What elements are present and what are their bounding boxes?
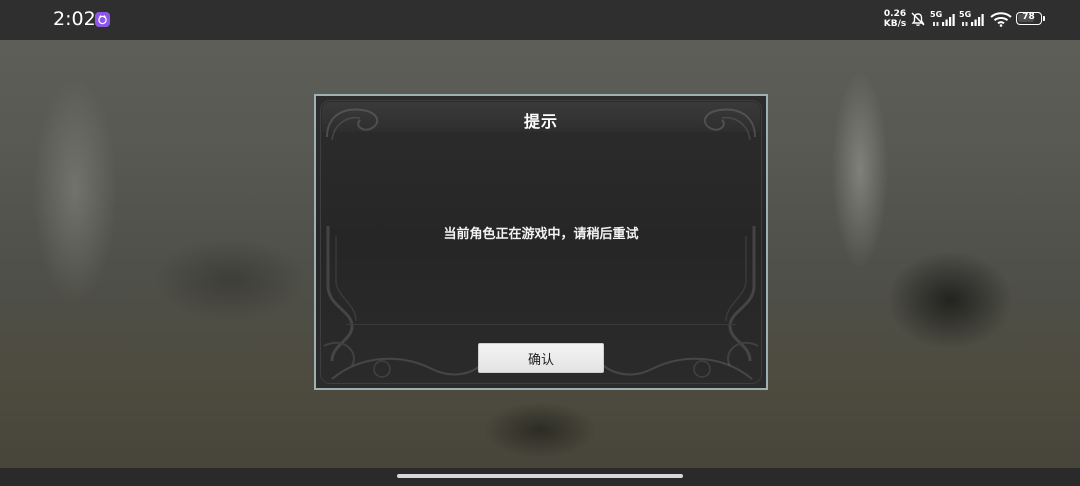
signal-bars-icon (962, 14, 984, 26)
home-indicator[interactable] (397, 474, 683, 478)
status-bar: 2:02 0.26 KB/s 5G 5G 78 (0, 0, 1080, 40)
alert-dialog: 提示 当前角色正在游戏中，请稍后重试 确认 (314, 94, 768, 390)
network-speed: 0.26 KB/s (882, 9, 908, 29)
battery-icon: 78 (1016, 12, 1042, 25)
screen: 2:02 0.26 KB/s 5G 5G 78 提示 当前角色正在游戏中，请稍后… (0, 0, 1080, 486)
battery-tip (1043, 16, 1045, 21)
wifi-icon (990, 12, 1012, 27)
network-speed-value: 0.26 (883, 9, 907, 19)
battery-percentage: 78 (1022, 12, 1035, 22)
status-time: 2:02 (53, 8, 96, 30)
network-speed-unit: KB/s (883, 19, 907, 29)
signal-strength-1: 5G (930, 10, 957, 27)
signal-strength-2: 5G (959, 10, 986, 27)
dialog-title: 提示 (523, 112, 558, 131)
signal-bars-icon (933, 14, 955, 26)
bell-muted-icon (911, 12, 925, 26)
dialog-divider (346, 324, 736, 325)
confirm-button-label: 确认 (527, 352, 554, 368)
confirm-button[interactable]: 确认 (478, 343, 604, 373)
dialog-message: 当前角色正在游戏中，请稍后重试 (443, 227, 639, 242)
notification-app-icon (95, 12, 110, 27)
